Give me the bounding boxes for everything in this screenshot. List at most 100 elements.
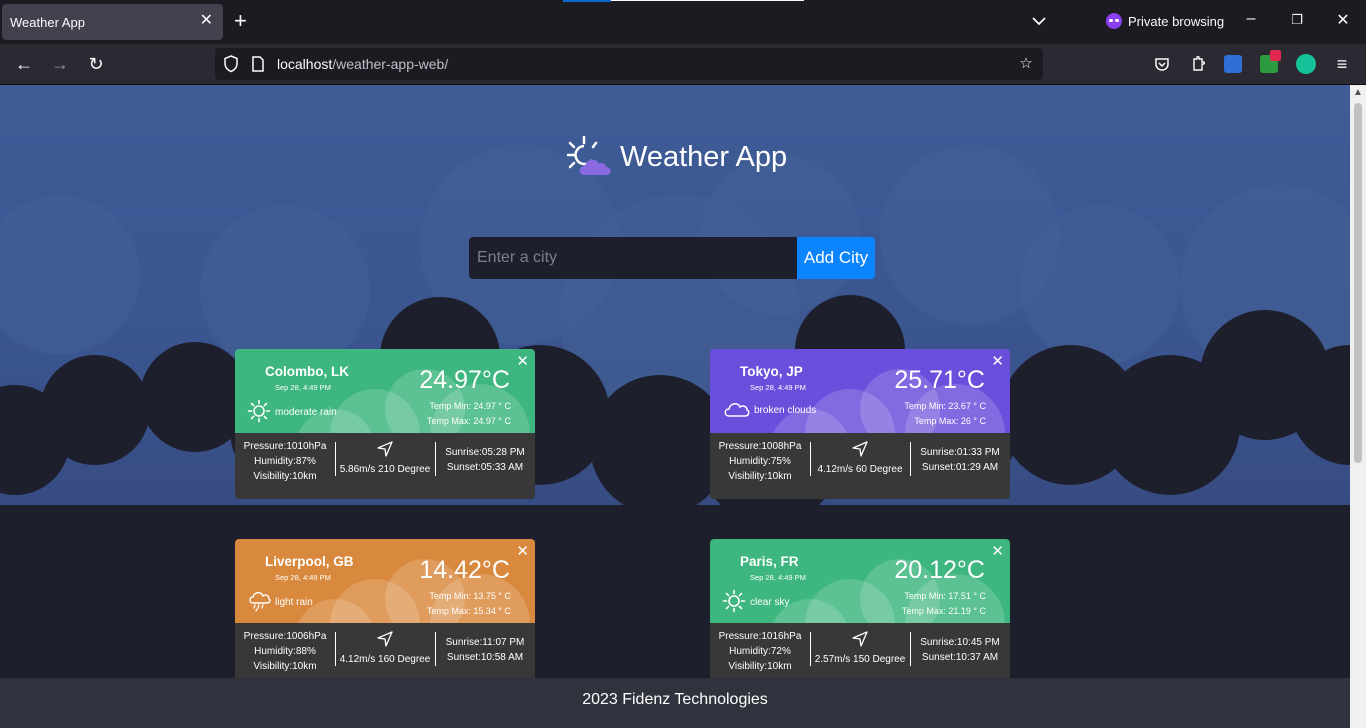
card-description-text: clear sky bbox=[750, 597, 790, 608]
card-description-text: broken clouds bbox=[754, 405, 817, 416]
card-stats: Pressure:1010hPa Humidity:87% Visibility… bbox=[235, 439, 335, 484]
tab-title: Weather App bbox=[10, 14, 85, 30]
card-header: Colombo, LK Sep 28, 4:49 PM moderate rai… bbox=[235, 349, 535, 433]
card-sunset: Sunset:05:33 AM bbox=[446, 462, 524, 473]
window-close-icon[interactable]: ✕ bbox=[1333, 10, 1353, 30]
card-temp-max: Temp Max: 15.34 ° C bbox=[426, 606, 511, 616]
card-temp-min: Temp Min: 13.75 ° C bbox=[429, 591, 511, 601]
page-load-progress bbox=[563, 0, 804, 2]
weather-card[interactable]: Paris, FR Sep 28, 4:49 PM clear sky 20.1… bbox=[710, 539, 1010, 689]
card-city: Tokyo, JP bbox=[740, 364, 803, 379]
navigation-arrow-icon bbox=[852, 631, 868, 647]
forward-icon[interactable]: → bbox=[48, 52, 72, 76]
card-description: broken clouds bbox=[722, 399, 816, 422]
card-header: Liverpool, GB Sep 28, 4:49 PM light rain… bbox=[235, 539, 535, 623]
card-city: Liverpool, GB bbox=[265, 554, 354, 569]
remove-card-icon[interactable]: ✕ bbox=[991, 544, 1004, 559]
card-visibility: Visibility:10km bbox=[253, 661, 317, 672]
card-description: light rain bbox=[247, 589, 313, 616]
card-header: Tokyo, JP Sep 28, 4:49 PM broken clouds … bbox=[710, 349, 1010, 433]
card-visibility: Visibility:10km bbox=[728, 661, 792, 672]
footer: 2023 Fidenz Technologies bbox=[0, 678, 1350, 728]
card-description: clear sky bbox=[722, 589, 789, 616]
pocket-icon[interactable] bbox=[1152, 54, 1172, 74]
page-icon[interactable] bbox=[248, 54, 268, 74]
back-icon[interactable]: ← bbox=[12, 52, 36, 76]
card-sunrise: Sunrise:10:45 PM bbox=[920, 637, 1000, 648]
card-wind-text: 2.57m/s 150 Degree bbox=[814, 654, 906, 665]
card-temperature: 25.71°C bbox=[894, 366, 985, 394]
weather-card[interactable]: Tokyo, JP Sep 28, 4:49 PM broken clouds … bbox=[710, 349, 1010, 499]
page-scrollbar[interactable]: ▲ bbox=[1350, 85, 1366, 728]
card-details: Pressure:1008hPa Humidity:75% Visibility… bbox=[710, 433, 1010, 499]
minimize-icon[interactable]: – bbox=[1241, 10, 1261, 28]
weather-card[interactable]: Colombo, LK Sep 28, 4:49 PM moderate rai… bbox=[235, 349, 535, 499]
city-input[interactable] bbox=[469, 237, 797, 279]
close-tab-icon[interactable]: ✕ bbox=[200, 13, 213, 29]
scroll-up-icon[interactable]: ▲ bbox=[1353, 87, 1363, 98]
add-city-form: Add City bbox=[469, 237, 875, 279]
card-temp-max: Temp Max: 21.19 ° C bbox=[901, 606, 986, 616]
card-wind-text: 4.12m/s 160 Degree bbox=[339, 654, 431, 665]
scrollbar-thumb[interactable] bbox=[1354, 103, 1362, 463]
card-visibility: Visibility:10km bbox=[728, 471, 792, 482]
card-sun-times: Sunrise:10:45 PM Sunset:10:37 AM bbox=[910, 635, 1010, 665]
browser-tab[interactable]: Weather App ✕ bbox=[2, 4, 223, 40]
card-city: Colombo, LK bbox=[265, 364, 349, 379]
tab-strip: Weather App ✕ + Private browsing – ❐ ✕ bbox=[0, 0, 1366, 44]
navigation-toolbar: ← → ↻ localhost/weather-app-web/ ☆ ≡ bbox=[0, 44, 1366, 85]
card-humidity: Humidity:87% bbox=[254, 456, 316, 467]
card-description: moderate rain bbox=[247, 399, 337, 426]
card-pressure: Pressure:1008hPa bbox=[718, 441, 802, 452]
card-wind: 5.86m/s 210 Degree bbox=[335, 441, 435, 475]
card-details: Pressure:1010hPa Humidity:87% Visibility… bbox=[235, 433, 535, 499]
app-title: Weather App bbox=[620, 140, 788, 173]
weather-card[interactable]: Liverpool, GB Sep 28, 4:49 PM light rain… bbox=[235, 539, 535, 689]
private-browsing-indicator: Private browsing bbox=[1106, 13, 1224, 29]
card-date: Sep 28, 4:49 PM bbox=[750, 383, 806, 392]
bookmark-star-icon[interactable]: ☆ bbox=[1016, 54, 1036, 74]
card-temp-min: Temp Min: 17.51 ° C bbox=[904, 591, 986, 601]
card-sunset: Sunset:10:37 AM bbox=[921, 652, 999, 663]
extensions-icon[interactable] bbox=[1188, 54, 1208, 74]
card-city: Paris, FR bbox=[740, 554, 799, 569]
card-stats: Pressure:1006hPa Humidity:88% Visibility… bbox=[235, 629, 335, 674]
card-temp-min: Temp Min: 23.67 ° C bbox=[904, 401, 986, 411]
add-city-button[interactable]: Add City bbox=[797, 237, 875, 279]
private-mask-icon bbox=[1106, 13, 1122, 29]
card-wind-text: 4.12m/s 60 Degree bbox=[817, 464, 903, 475]
remove-card-icon[interactable]: ✕ bbox=[991, 354, 1004, 369]
reload-icon[interactable]: ↻ bbox=[84, 52, 108, 76]
cloud-icon bbox=[722, 399, 750, 422]
restore-icon[interactable]: ❐ bbox=[1287, 12, 1307, 28]
address-bar[interactable]: localhost/weather-app-web/ ☆ bbox=[215, 48, 1043, 80]
card-humidity: Humidity:88% bbox=[254, 646, 316, 657]
card-description-text: moderate rain bbox=[275, 407, 337, 418]
remove-card-icon[interactable]: ✕ bbox=[516, 354, 529, 369]
extension-translate-icon[interactable] bbox=[1224, 55, 1242, 73]
card-pressure: Pressure:1010hPa bbox=[243, 441, 327, 452]
sun-icon bbox=[722, 589, 746, 616]
card-pressure: Pressure:1016hPa bbox=[718, 631, 802, 642]
chevron-down-icon[interactable] bbox=[1030, 12, 1048, 30]
card-pressure: Pressure:1006hPa bbox=[243, 631, 327, 642]
rain-cloud-icon bbox=[247, 589, 271, 616]
shield-icon[interactable] bbox=[221, 54, 241, 74]
card-header: Paris, FR Sep 28, 4:49 PM clear sky 20.1… bbox=[710, 539, 1010, 623]
card-temp-max: Temp Max: 24.97 ° C bbox=[426, 416, 511, 426]
card-description-text: light rain bbox=[275, 597, 313, 608]
new-tab-icon[interactable]: + bbox=[234, 10, 247, 32]
card-sun-times: Sunrise:01:33 PM Sunset:01:29 AM bbox=[910, 445, 1010, 475]
remove-card-icon[interactable]: ✕ bbox=[516, 544, 529, 559]
navigation-arrow-icon bbox=[377, 441, 393, 457]
card-humidity: Humidity:75% bbox=[729, 456, 791, 467]
card-sunrise: Sunrise:11:07 PM bbox=[445, 637, 525, 648]
card-wind: 4.12m/s 160 Degree bbox=[335, 631, 435, 665]
menu-icon[interactable]: ≡ bbox=[1330, 52, 1354, 76]
extension-badge bbox=[1270, 50, 1281, 61]
card-date: Sep 28, 4:49 PM bbox=[275, 383, 331, 392]
url-text: localhost/weather-app-web/ bbox=[277, 56, 449, 72]
grammarly-icon[interactable] bbox=[1296, 54, 1316, 74]
card-wind-text: 5.86m/s 210 Degree bbox=[339, 464, 431, 475]
page-viewport: Weather App Add City Colombo, LK Sep 28,… bbox=[0, 85, 1350, 728]
